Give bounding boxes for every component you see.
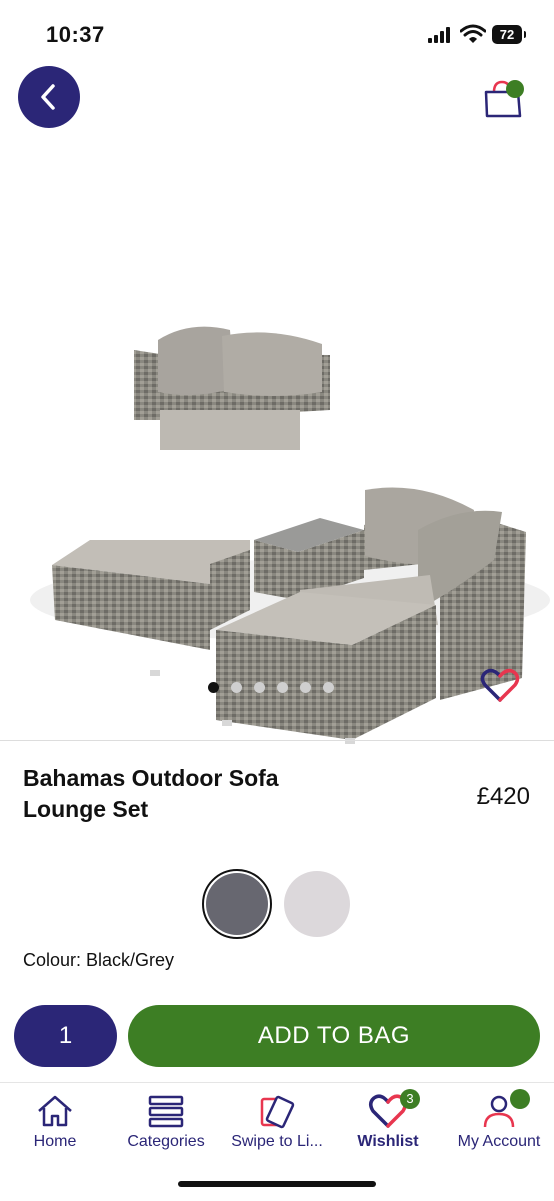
cards-icon (260, 1095, 295, 1129)
colour-swatch-selected[interactable] (202, 869, 272, 939)
list-icon (148, 1095, 184, 1128)
colour-swatch[interactable] (284, 871, 350, 937)
chevron-left-icon (41, 84, 55, 110)
product-gallery[interactable] (0, 140, 554, 744)
section-divider (0, 740, 554, 741)
signal-icon (428, 27, 454, 43)
heart-icon (480, 668, 520, 702)
tab-swipe[interactable]: Swipe to Li... (222, 1083, 332, 1163)
tab-wishlist[interactable]: 3 Wishlist (333, 1083, 443, 1163)
tab-label: Wishlist (357, 1133, 419, 1150)
carousel-dot[interactable] (254, 682, 265, 693)
swatch-fill (206, 873, 268, 935)
wishlist-count-badge: 3 (400, 1089, 420, 1109)
status-bar: 10:37 72 (0, 0, 554, 70)
home-icon (38, 1095, 72, 1127)
product-title: Bahamas Outdoor Sofa Lounge Set (23, 765, 279, 822)
carousel-dot[interactable] (323, 682, 334, 693)
carousel-dot[interactable] (231, 682, 242, 693)
home-indicator (178, 1181, 376, 1187)
carousel-dot[interactable] (277, 682, 288, 693)
tab-label: Categories (127, 1133, 205, 1150)
account-notification-dot (510, 1089, 530, 1109)
tab-home[interactable]: Home (0, 1083, 110, 1163)
status-time: 10:37 (46, 22, 105, 47)
tab-label: My Account (457, 1133, 541, 1150)
wifi-icon (460, 24, 486, 43)
tab-label: Swipe to Li... (231, 1133, 323, 1150)
battery-indicator: 72 (492, 25, 526, 44)
tab-categories[interactable]: Categories (111, 1083, 221, 1163)
colour-label: Colour: Black/Grey (23, 950, 175, 970)
product-price: £420 (476, 783, 530, 810)
bag-notification-dot (506, 80, 524, 98)
carousel-dot[interactable] (208, 682, 219, 693)
back-button[interactable] (18, 66, 80, 128)
carousel-dot[interactable] (300, 682, 311, 693)
tab-my-account[interactable]: My Account (444, 1083, 554, 1163)
add-to-wishlist-button[interactable] (480, 668, 520, 704)
tab-label: Home (33, 1133, 77, 1150)
carousel-indicator[interactable] (208, 682, 334, 693)
add-to-bag-button[interactable]: ADD TO BAG (128, 1005, 540, 1067)
quantity-selector[interactable]: 1 (14, 1005, 117, 1067)
shopping-bag-button[interactable] (480, 76, 528, 124)
